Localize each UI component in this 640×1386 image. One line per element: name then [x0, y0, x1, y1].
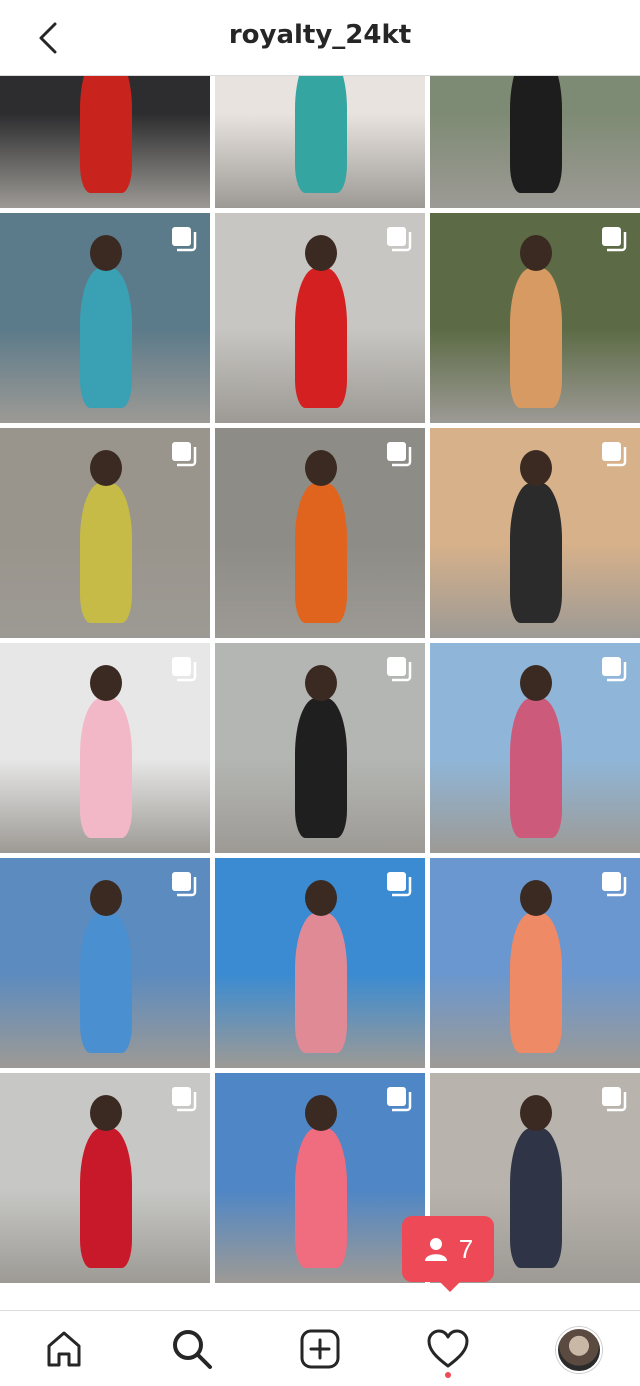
post-subject	[295, 1128, 347, 1268]
post-thumbnail[interactable]	[0, 1073, 210, 1283]
post-subject-head	[90, 450, 122, 486]
post-grid	[0, 76, 640, 1310]
post-thumbnail[interactable]	[430, 76, 640, 208]
post-subject-head	[305, 1095, 337, 1131]
post-subject-head	[90, 665, 122, 701]
post-subject	[295, 483, 347, 623]
post-subject	[510, 698, 562, 838]
multiple-posts-icon	[172, 872, 197, 897]
post-subject	[80, 268, 132, 408]
post-subject	[510, 1128, 562, 1268]
new-post-icon	[300, 1329, 340, 1369]
person-icon	[424, 1238, 447, 1261]
activity-indicator-dot	[445, 1372, 451, 1378]
post-thumbnail[interactable]	[215, 213, 425, 423]
profile-avatar[interactable]	[556, 1327, 602, 1373]
top-bar: royalty_24kt	[0, 0, 640, 76]
post-thumbnail[interactable]	[0, 858, 210, 1068]
page-title: royalty_24kt	[228, 20, 412, 50]
nav-activity[interactable]	[424, 1325, 472, 1373]
post-subject	[295, 913, 347, 1053]
post-thumbnail[interactable]	[0, 428, 210, 638]
multiple-posts-icon	[602, 442, 627, 467]
post-subject-head	[305, 665, 337, 701]
multiple-posts-icon	[602, 227, 627, 252]
bottom-navigation	[0, 1310, 640, 1386]
post-subject-head	[520, 1095, 552, 1131]
post-subject-head	[305, 880, 337, 916]
multiple-posts-icon	[387, 227, 412, 252]
post-thumbnail[interactable]	[0, 643, 210, 853]
multiple-posts-icon	[172, 442, 197, 467]
multiple-posts-icon	[172, 1087, 197, 1112]
nav-home[interactable]	[40, 1325, 88, 1373]
post-subject-head	[305, 235, 337, 271]
post-subject	[295, 268, 347, 408]
post-thumbnail[interactable]	[215, 643, 425, 853]
post-subject	[510, 913, 562, 1053]
post-thumbnail[interactable]	[215, 428, 425, 638]
post-subject-head	[305, 450, 337, 486]
activity-heart-icon	[427, 1329, 469, 1368]
multiple-posts-icon	[387, 657, 412, 682]
post-subject	[80, 698, 132, 838]
post-subject-head	[520, 235, 552, 271]
post-thumbnail[interactable]	[215, 76, 425, 208]
post-thumbnail[interactable]	[215, 858, 425, 1068]
multiple-posts-icon	[172, 657, 197, 682]
post-subject-head	[90, 235, 122, 271]
nav-search[interactable]	[168, 1325, 216, 1373]
post-subject	[80, 76, 132, 193]
post-subject	[295, 76, 347, 193]
post-subject-head	[520, 880, 552, 916]
post-subject-head	[520, 450, 552, 486]
nav-new-post[interactable]	[296, 1325, 344, 1373]
post-subject-head	[90, 1095, 122, 1131]
multiple-posts-icon	[387, 1087, 412, 1112]
post-thumbnail[interactable]	[430, 858, 640, 1068]
post-thumbnail[interactable]	[430, 213, 640, 423]
post-subject	[80, 1128, 132, 1268]
multiple-posts-icon	[172, 227, 197, 252]
multiple-posts-icon	[602, 1087, 627, 1112]
activity-notification[interactable]: 7	[402, 1216, 494, 1292]
post-subject	[510, 76, 562, 193]
post-subject-head	[90, 880, 122, 916]
search-icon	[173, 1330, 212, 1369]
post-thumbnail[interactable]	[430, 428, 640, 638]
post-subject	[510, 483, 562, 623]
post-thumbnail[interactable]	[215, 1073, 425, 1283]
post-subject	[80, 483, 132, 623]
multiple-posts-icon	[387, 442, 412, 467]
post-subject	[510, 268, 562, 408]
home-icon	[47, 1331, 81, 1367]
post-thumbnail[interactable]	[430, 643, 640, 853]
post-subject	[80, 913, 132, 1053]
post-thumbnail[interactable]	[0, 76, 210, 208]
multiple-posts-icon	[602, 657, 627, 682]
post-subject-head	[520, 665, 552, 701]
post-thumbnail[interactable]	[0, 213, 210, 423]
multiple-posts-icon	[602, 872, 627, 897]
notification-count: 7	[458, 1233, 474, 1264]
post-subject	[295, 698, 347, 838]
multiple-posts-icon	[387, 872, 412, 897]
